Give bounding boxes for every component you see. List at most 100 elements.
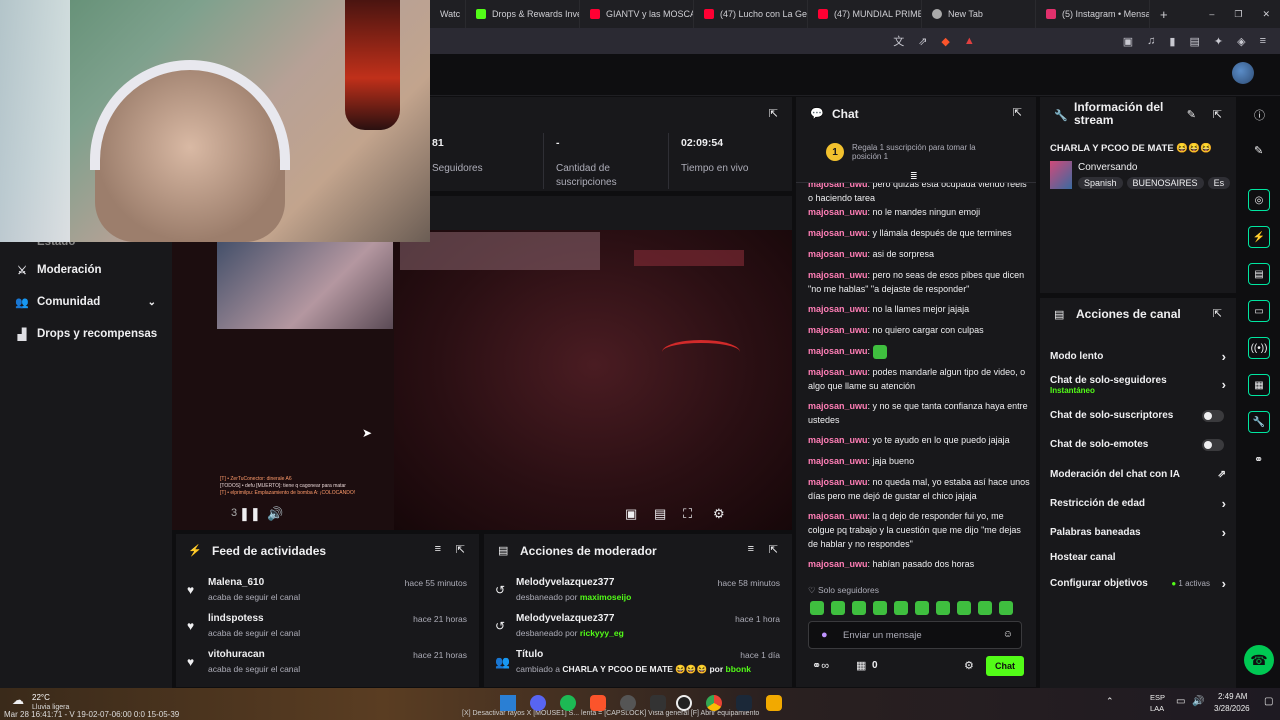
maximize-button[interactable]: ❐ — [1224, 0, 1252, 28]
app-icon[interactable] — [650, 695, 666, 711]
panel-icon[interactable]: ▮ — [1169, 35, 1175, 48]
volume-icon[interactable]: 🔊 — [1192, 696, 1204, 707]
chat-username[interactable]: majosan_uwu — [808, 228, 868, 238]
feed-user[interactable]: Malena_610 — [208, 577, 264, 588]
tag-pill[interactable]: Es — [1207, 177, 1231, 189]
sidebar-item-moderation[interactable]: ⚔ Moderación — [16, 264, 101, 277]
slow-mode-row[interactable]: Modo lento › — [1050, 349, 1226, 364]
host-channel-row[interactable]: Hostear canal — [1050, 552, 1226, 563]
emote-icon[interactable] — [936, 601, 950, 615]
feed-user[interactable]: vitohuracan — [208, 649, 265, 660]
chat-username[interactable]: majosan_uwu — [808, 367, 868, 377]
clock-time[interactable]: 2:49 AM — [1218, 692, 1247, 701]
tag-pill[interactable]: Spanish — [1078, 177, 1123, 189]
server-icon[interactable]: ▦ — [1248, 374, 1270, 396]
discord-icon[interactable] — [530, 695, 546, 711]
vpn-icon[interactable]: ◈ — [1237, 35, 1245, 48]
mod-target[interactable]: Melodyvelazquez377 — [516, 577, 614, 588]
network-icon[interactable]: ▭ — [1176, 696, 1185, 707]
mod-by[interactable]: bbonk — [726, 664, 752, 674]
video-player[interactable]: [T] • ZerTuConector: dinerale A6 [TODOS]… — [172, 230, 792, 530]
wallet-icon[interactable]: ▤ — [1189, 35, 1199, 48]
emoji-icon[interactable]: ☺ — [1003, 629, 1013, 640]
chevron-up-icon[interactable]: ⌃ — [1106, 696, 1114, 707]
emote-icon[interactable] — [852, 601, 866, 615]
mod-by[interactable]: rickyyy_eg — [580, 628, 624, 638]
ai-moderation-row[interactable]: Moderación del chat con IA ⇗ — [1050, 469, 1226, 480]
new-tab-button[interactable]: + — [1150, 0, 1178, 28]
translate-icon[interactable]: 文 — [893, 33, 904, 49]
chat-bubble-icon[interactable]: ▭ — [1248, 300, 1270, 322]
emote-icon[interactable] — [810, 601, 824, 615]
game-icon[interactable] — [766, 695, 782, 711]
broadcast-icon[interactable]: ((•)) — [1248, 337, 1270, 359]
emote-icon[interactable] — [831, 601, 845, 615]
sidebar-item-drops[interactable]: ▟ Drops y recompensas — [16, 328, 157, 341]
edit-icon[interactable]: ✎ — [1187, 108, 1196, 121]
emote-icon[interactable] — [873, 601, 887, 615]
browser-tab[interactable]: (47) Lucho con La Gen — [694, 0, 808, 28]
pause-icon[interactable]: ❚❚ — [239, 506, 261, 522]
category-thumbnail[interactable] — [1050, 161, 1072, 189]
settings-icon[interactable]: ⚙ — [713, 506, 725, 522]
focus-icon[interactable]: ◎ — [1248, 189, 1270, 211]
brave-icon[interactable] — [590, 695, 606, 711]
windows-start-icon[interactable] — [500, 695, 516, 711]
chrome-icon[interactable] — [706, 695, 722, 711]
chat-username[interactable]: majosan_uwu — [808, 346, 868, 356]
share-icon[interactable]: ⇗ — [918, 35, 927, 48]
browser-tab[interactable]: New Tab — [922, 0, 1036, 28]
sub-gift-banner[interactable]: 1 Regala 1 suscripción para tomar la pos… — [796, 129, 1036, 183]
close-window-button[interactable]: ✕ — [1252, 0, 1280, 28]
filter-icon[interactable]: ≡ — [435, 543, 441, 555]
emote-icon[interactable] — [999, 601, 1013, 615]
chat-username[interactable]: majosan_uwu — [808, 270, 868, 280]
chat-username[interactable]: majosan_uwu — [808, 435, 868, 445]
collapse-icon[interactable]: ≣ — [910, 171, 918, 182]
info-icon[interactable]: ⓘ — [1254, 107, 1265, 123]
chat-username[interactable]: majosan_uwu — [808, 325, 868, 335]
browser-tab[interactable]: Drops & Rewards Inve — [466, 0, 580, 28]
user-avatar[interactable] — [1232, 62, 1254, 84]
pip-icon[interactable]: ▣ — [625, 506, 637, 522]
popout-icon[interactable]: ⇱ — [1013, 106, 1022, 119]
mod-target[interactable]: Melodyvelazquez377 — [516, 613, 614, 624]
music-icon[interactable]: ♫ — [1147, 35, 1155, 47]
age-restriction-row[interactable]: Restricción de edad › — [1050, 496, 1226, 511]
spotify-icon[interactable] — [560, 695, 576, 711]
goals-row[interactable]: Configurar objetivos ● 1 activas › — [1050, 576, 1226, 591]
weather-temp[interactable]: 22°C — [32, 693, 50, 702]
fullscreen-icon[interactable]: ⛶ — [683, 506, 692, 522]
chat-username[interactable]: majosan_uwu — [808, 401, 868, 411]
browser-tab[interactable]: Watc — [430, 0, 466, 28]
chat-username[interactable]: majosan_uwu — [808, 304, 868, 314]
mod-by[interactable]: maximoseijo — [580, 592, 632, 602]
popout-icon[interactable]: ⇱ — [456, 543, 465, 556]
popout-icon[interactable]: ⇱ — [1213, 108, 1222, 121]
theatre-icon[interactable]: ▤ — [654, 506, 666, 522]
leo-icon[interactable]: ✦ — [1214, 35, 1223, 48]
pencil-icon[interactable]: ✎ — [1254, 144, 1263, 157]
banned-words-row[interactable]: Palabras baneadas › — [1050, 525, 1226, 540]
chat-username[interactable]: majosan_uwu — [808, 559, 868, 569]
brave-shield-icon[interactable]: ◆ — [941, 35, 949, 48]
settings-icon[interactable]: ⚙ — [964, 659, 974, 672]
emote-icon[interactable] — [915, 601, 929, 615]
store-icon[interactable]: ▦ — [856, 659, 866, 672]
subs-chat-toggle[interactable] — [1202, 410, 1224, 422]
chat-input[interactable]: ● Enviar un mensaje ☺ — [808, 621, 1022, 649]
chat-username[interactable]: majosan_uwu — [808, 511, 868, 521]
connections-icon[interactable]: ⚭∞ — [812, 659, 829, 672]
steam-icon[interactable] — [736, 695, 752, 711]
stream-category[interactable]: Conversando — [1078, 162, 1137, 173]
connections-icon[interactable]: ⚭ — [1254, 453, 1263, 466]
volume-icon[interactable]: 🔊 — [267, 506, 283, 522]
feed-user[interactable]: lindspotess — [208, 613, 264, 624]
tag-pill[interactable]: BUENOSAIRES — [1126, 177, 1204, 189]
browser-tab[interactable]: GIANTV y las MOSCAS — [580, 0, 694, 28]
github-icon[interactable] — [676, 695, 692, 711]
lightning-icon[interactable]: ⚡ — [1248, 226, 1270, 248]
popout-icon[interactable]: ⇱ — [769, 543, 778, 556]
clipboard-icon[interactable]: ▤ — [1248, 263, 1270, 285]
sidebar-icon[interactable]: ▣ — [1123, 35, 1133, 48]
